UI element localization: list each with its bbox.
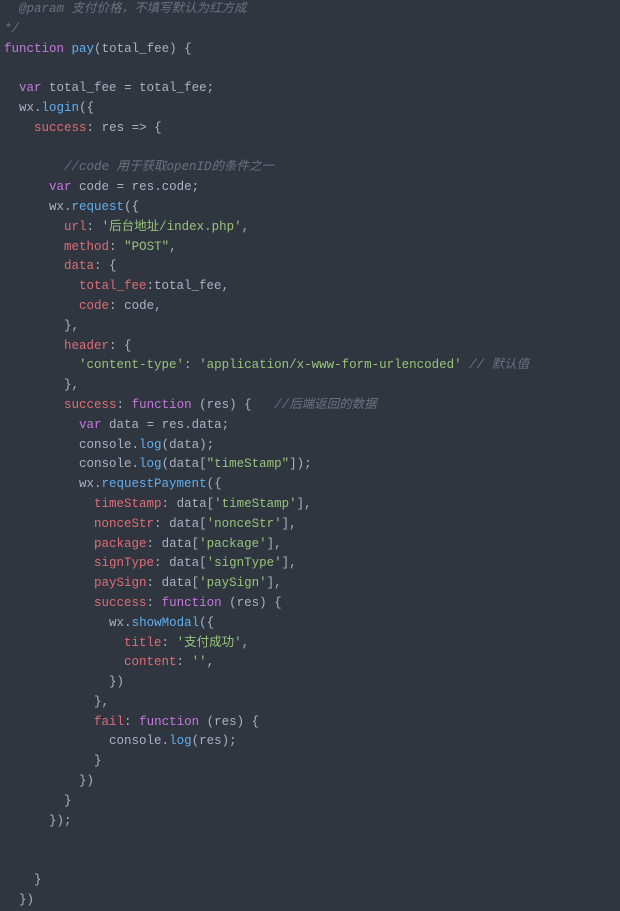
code-block: @param 支付价格，不填写默认为红方成 */ function pay(to… [0, 0, 620, 911]
kw-function: function [4, 42, 64, 56]
comment-param: @param 支付价格，不填写默认为红方成 [4, 2, 247, 16]
fn-name: pay [72, 42, 95, 56]
comment-close: */ [4, 22, 19, 36]
comment-code: //code 用于获取openID的条件之一 [64, 160, 274, 174]
